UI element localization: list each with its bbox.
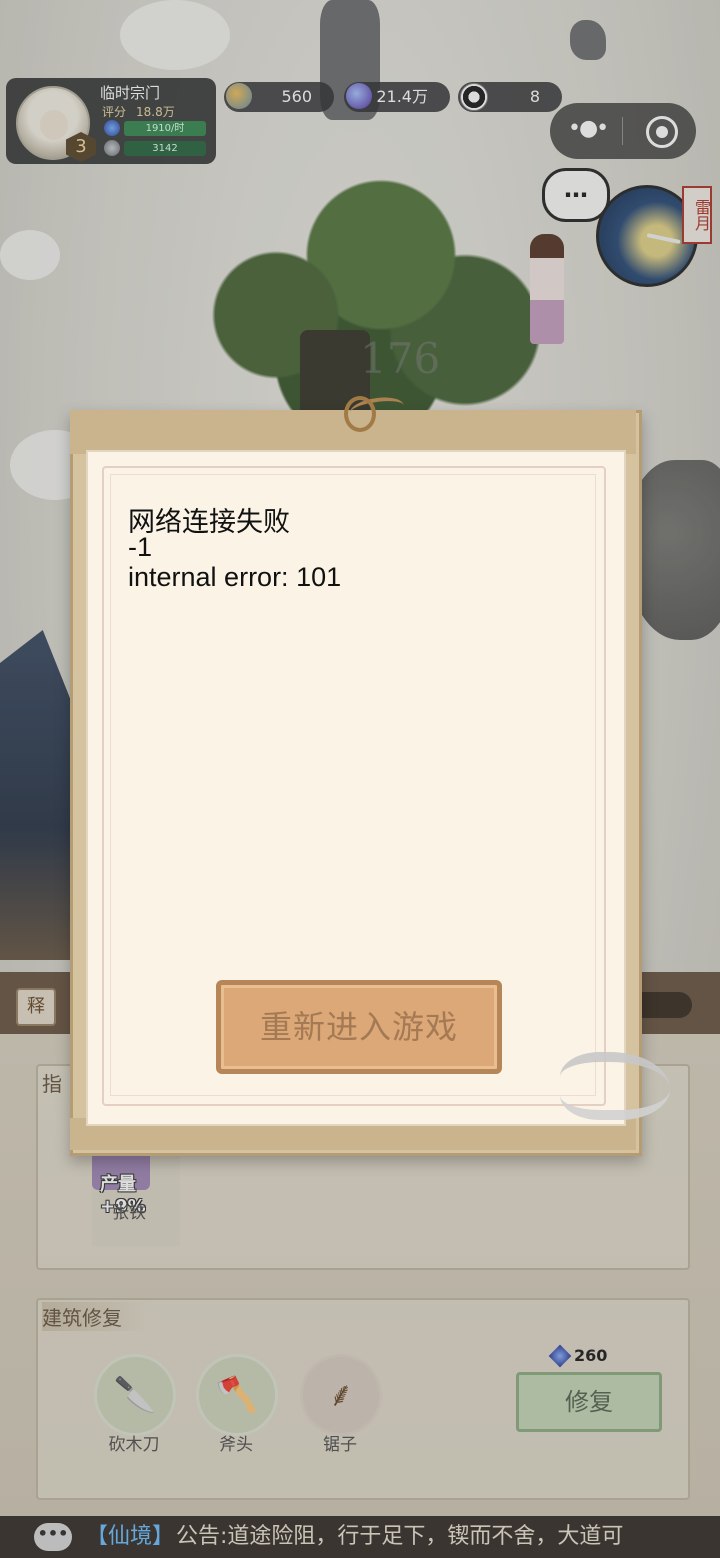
error-detail: internal error: 101 [128, 562, 342, 592]
hanger-ring-icon [344, 396, 376, 432]
error-title: 网络连接失败 [128, 507, 290, 537]
error-code: -1 [128, 532, 153, 562]
reenter-game-button[interactable]: 重新进入游戏 [216, 980, 502, 1074]
